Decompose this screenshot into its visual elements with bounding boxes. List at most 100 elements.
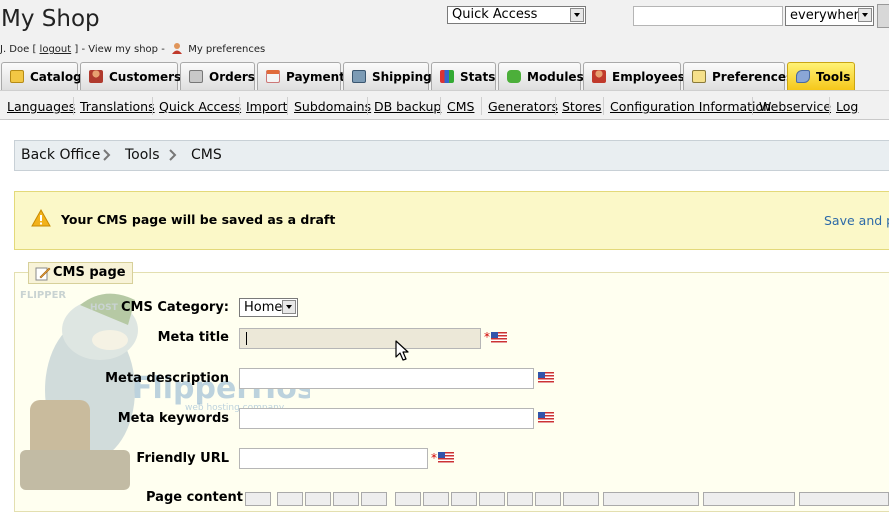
wrench-icon: [796, 70, 810, 83]
tab-employees[interactable]: Employees: [583, 62, 685, 90]
subtab-stores[interactable]: Stores: [562, 100, 602, 114]
cms-category-label: CMS Category:: [120, 300, 229, 315]
editor-toolbar-button[interactable]: [395, 492, 421, 506]
cms-category-select[interactable]: Home: [239, 298, 298, 317]
draft-warning: Your CMS page will be saved as a draft S…: [14, 191, 889, 250]
meta-title-label: Meta title: [157, 330, 229, 345]
editor-font-select[interactable]: [703, 492, 795, 506]
tab-customers[interactable]: Customers: [80, 62, 181, 90]
editor-toolbar-button[interactable]: [361, 492, 387, 506]
subtab-divider: [752, 97, 753, 115]
meta-title-input[interactable]: [239, 328, 481, 349]
tab-shipping[interactable]: Shipping: [343, 62, 432, 90]
us-flag-icon[interactable]: [538, 372, 554, 383]
editor-toolbar-button[interactable]: [245, 492, 271, 506]
main-tabs: Catalog Customers Orders Payment Shippin…: [0, 61, 889, 91]
breadcrumb-cms: CMS: [191, 147, 222, 163]
us-flag-icon[interactable]: [438, 452, 454, 463]
save-and-preview-link[interactable]: Save and pr: [824, 213, 889, 228]
subtab-translations[interactable]: Translations: [80, 100, 155, 114]
tab-preferences[interactable]: Preferences: [683, 62, 793, 90]
truck-icon: [352, 70, 366, 83]
tab-payment[interactable]: Payment: [257, 62, 345, 90]
chevron-down-icon: [570, 8, 584, 22]
editor-toolbar-button[interactable]: [423, 492, 449, 506]
friendly-url-label: Friendly URL: [136, 451, 229, 466]
svg-text:FLIPPER: FLIPPER: [20, 290, 66, 301]
person-icon: [89, 70, 103, 83]
editor-toolbar-button[interactable]: [535, 492, 561, 506]
required-marker: *: [484, 330, 490, 344]
cart-icon: [189, 70, 203, 83]
puzzle-icon: [507, 70, 521, 83]
user-line-dash: -: [161, 44, 165, 55]
search-scope-select[interactable]: everywhere: [785, 6, 874, 26]
view-shop-link[interactable]: View my shop: [88, 44, 158, 55]
subtab-divider: [73, 97, 74, 115]
us-flag-icon[interactable]: [538, 412, 554, 423]
meta-keywords-input[interactable]: [239, 408, 534, 429]
editor-toolbar-button[interactable]: [305, 492, 331, 506]
my-preferences-link[interactable]: My preferences: [188, 44, 265, 55]
page-content-label: Page content: [146, 490, 243, 505]
editor-size-select[interactable]: [799, 492, 889, 506]
subtab-db-backup[interactable]: DB backup: [374, 100, 441, 114]
tab-orders[interactable]: Orders: [180, 62, 255, 90]
shop-title: My Shop: [1, 6, 100, 32]
logout-link[interactable]: logout: [40, 44, 72, 55]
subtab-divider: [481, 97, 482, 115]
search-input[interactable]: [633, 6, 783, 26]
quick-access-value: Quick Access: [452, 7, 538, 22]
editor-toolbar-button[interactable]: [451, 492, 477, 506]
subtab-divider: [555, 97, 556, 115]
warning-icon: [31, 209, 51, 227]
tab-stats[interactable]: Stats: [431, 62, 496, 90]
subtab-configuration-information[interactable]: Configuration Information: [610, 100, 771, 114]
user-preferences-icon: [171, 42, 183, 57]
subtab-divider: [287, 97, 288, 115]
quick-access-select[interactable]: Quick Access: [447, 6, 586, 24]
friendly-url-input[interactable]: [239, 448, 428, 469]
tab-catalog[interactable]: Catalog: [1, 62, 82, 90]
subtab-languages[interactable]: Languages: [7, 100, 75, 114]
subtab-log[interactable]: Log: [836, 100, 858, 114]
bar-chart-icon: [440, 70, 454, 83]
chevron-down-icon: [282, 300, 296, 314]
tools-subtabs: Languages Translations Quick Access Impo…: [0, 91, 889, 120]
subtab-subdomains[interactable]: Subdomains: [294, 100, 371, 114]
editor-toolbar-button[interactable]: [479, 492, 505, 506]
chevron-right-icon: [103, 149, 111, 161]
editor-format-select[interactable]: [603, 492, 699, 506]
subtab-divider: [367, 97, 368, 115]
subtab-import[interactable]: Import: [246, 100, 288, 114]
tab-tools[interactable]: Tools: [787, 62, 855, 90]
us-flag-icon[interactable]: [491, 332, 507, 343]
subtab-divider: [239, 97, 240, 115]
cms-category-value: Home: [244, 300, 283, 315]
user-line: J. Doe [ logout ] - View my shop - My pr…: [0, 42, 265, 57]
editor-toolbar-button[interactable]: [563, 492, 599, 506]
text-caret: [246, 332, 247, 345]
tab-modules[interactable]: Modules: [498, 62, 584, 90]
subtab-generators[interactable]: Generators: [488, 100, 558, 114]
subtab-divider: [603, 97, 604, 115]
preferences-icon: [692, 70, 706, 83]
meta-description-input[interactable]: [239, 368, 534, 389]
search-button[interactable]: [877, 4, 889, 28]
mouse-cursor-icon: [395, 340, 409, 361]
subtab-webservice[interactable]: Webservice: [759, 100, 831, 114]
subtab-cms[interactable]: CMS: [447, 100, 474, 114]
payment-icon: [266, 70, 280, 83]
editor-toolbar-button[interactable]: [507, 492, 533, 506]
user-name: J. Doe [: [0, 44, 37, 55]
employee-icon: [592, 70, 606, 83]
subtab-quick-access[interactable]: Quick Access: [159, 100, 241, 114]
breadcrumb-tools[interactable]: Tools: [125, 147, 160, 163]
breadcrumb-back-office[interactable]: Back Office: [21, 147, 100, 163]
header-bar: My Shop J. Doe [ logout ] - View my shop…: [0, 0, 889, 62]
meta-description-label: Meta description: [105, 371, 229, 386]
chevron-down-icon: [858, 8, 872, 22]
editor-toolbar-button[interactable]: [277, 492, 303, 506]
subtab-divider: [829, 97, 830, 115]
editor-toolbar-button[interactable]: [333, 492, 359, 506]
